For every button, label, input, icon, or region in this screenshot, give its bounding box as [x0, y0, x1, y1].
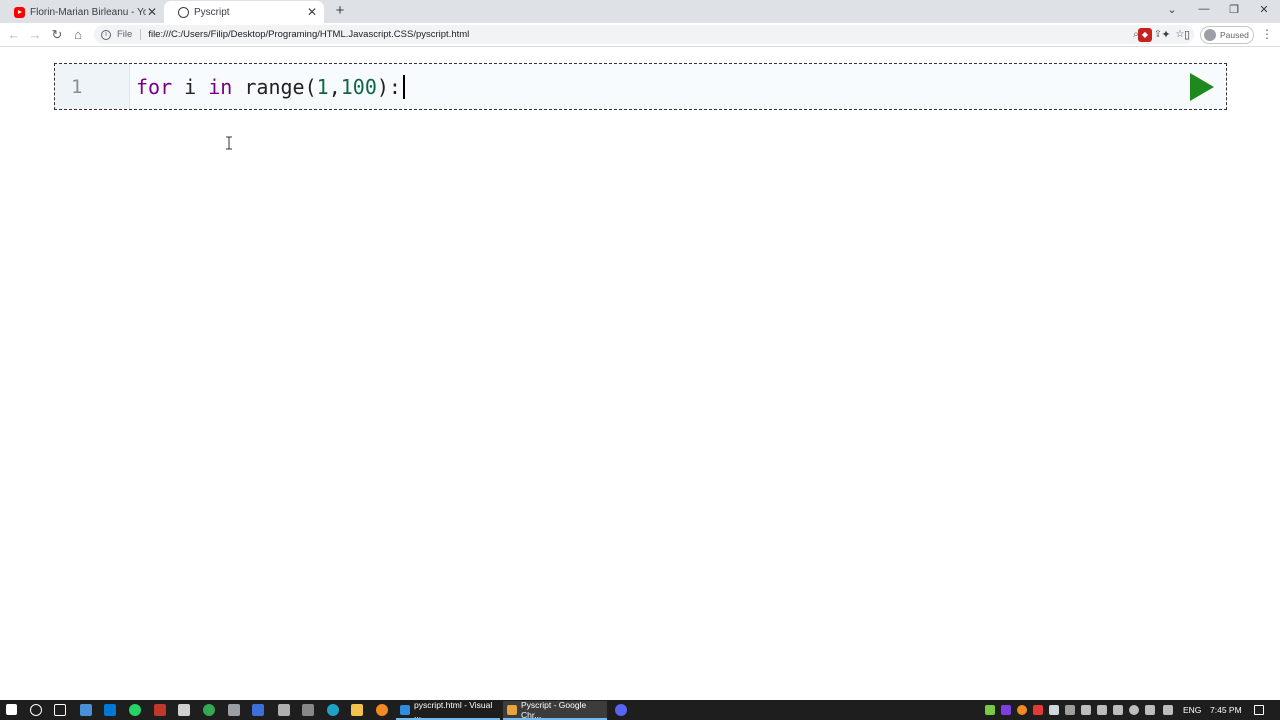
home-button[interactable]: ⌂ [70, 27, 86, 43]
run-play-icon[interactable] [1188, 72, 1216, 102]
tab-pyscript[interactable]: Pyscript ✕ [164, 1, 324, 23]
app-icon[interactable] [228, 704, 240, 716]
vscode-icon [400, 704, 410, 715]
url-text[interactable]: file:///C:/Users/Filip/Desktop/Programin… [148, 29, 1128, 40]
app-icon[interactable] [376, 704, 388, 716]
code-token-num: 1 [316, 74, 329, 99]
code-token-plain: range( [232, 74, 317, 99]
clock[interactable]: 7:45 PM [1210, 705, 1242, 715]
side-panel-icon[interactable]: ▯ [1180, 28, 1194, 42]
line-number: 1 [71, 75, 83, 98]
code-token-plain: , [328, 74, 341, 99]
tray-icon[interactable] [1049, 705, 1059, 715]
chrome-icon[interactable] [203, 704, 215, 716]
code-token-plain: i [172, 74, 209, 99]
chrome-icon [507, 704, 517, 715]
file-explorer-icon[interactable] [351, 704, 363, 716]
microphone-icon[interactable] [1097, 705, 1107, 715]
address-bar[interactable]: i File file:///C:/Users/Filip/Desktop/Pr… [94, 25, 1194, 44]
battery-icon[interactable] [1145, 705, 1155, 715]
py-repl-editor[interactable]: 1 for i in range(1, 100): [54, 63, 1227, 110]
youtube-icon [14, 6, 25, 18]
tab-title: Florin-Marian Birleanu - YouTube [30, 6, 146, 18]
taskbar-app-label: pyscript.html - Visual ... [414, 699, 493, 720]
app-icon[interactable] [80, 704, 92, 716]
app-icon[interactable] [104, 704, 116, 716]
discord-icon[interactable] [615, 704, 627, 716]
new-tab-button[interactable]: + [332, 3, 348, 19]
code-token-kw: for [136, 74, 173, 99]
tray-icon[interactable] [1017, 705, 1027, 715]
language-indicator[interactable]: ENG [1183, 705, 1201, 715]
code-token-plain: ): [376, 74, 401, 99]
browser-toolbar: ← → ↻ ⌂ i File file:///C:/Users/Filip/De… [0, 23, 1280, 47]
tab-title: Pyscript [194, 6, 230, 18]
app-icon[interactable] [252, 704, 264, 716]
page-viewport: 1 for i in range(1, 100): [0, 48, 1280, 700]
menu-kebab-icon[interactable]: ⋮ [1261, 27, 1273, 41]
avatar [1204, 29, 1216, 41]
app-icon[interactable] [178, 704, 190, 716]
extensions-puzzle-icon[interactable]: ✦ [1159, 28, 1173, 42]
text-caret [402, 74, 405, 99]
forward-button[interactable]: → [27, 27, 43, 43]
text-cursor-ibeam-icon [226, 136, 232, 150]
line-number-gutter: 1 [55, 64, 130, 109]
ublock-shield-icon[interactable]: ◆ [1138, 28, 1152, 42]
tray-icon[interactable] [1001, 705, 1011, 715]
tab-youtube[interactable]: Florin-Marian Birleanu - YouTube ✕ [0, 1, 164, 23]
tab-search-icon[interactable]: ⌄ [1164, 3, 1180, 16]
tray-icon[interactable] [985, 705, 995, 715]
back-button[interactable]: ← [6, 27, 22, 43]
tab-strip: Florin-Marian Birleanu - YouTube ✕ Pyscr… [0, 0, 1280, 23]
minimize-button[interactable]: — [1196, 3, 1212, 15]
os-taskbar: pyscript.html - Visual ... Pyscript - Go… [0, 700, 1280, 720]
close-window-button[interactable]: ✕ [1256, 3, 1272, 16]
code-token-kw: in [208, 74, 233, 99]
whatsapp-icon[interactable] [129, 704, 141, 716]
divider [140, 29, 142, 40]
restore-button[interactable]: ❐ [1226, 3, 1242, 16]
close-icon[interactable]: ✕ [306, 5, 318, 19]
reload-button[interactable]: ↻ [49, 27, 65, 43]
code-line[interactable]: for i in range(1, 100): [130, 64, 1226, 109]
close-icon[interactable]: ✕ [146, 5, 158, 19]
tray-icon[interactable] [1033, 705, 1043, 715]
app-icon[interactable] [278, 704, 290, 716]
windows-start-icon[interactable] [6, 704, 17, 715]
pen-icon[interactable] [1163, 705, 1173, 715]
taskbar-app-label: Pyscript - Google Chr... [521, 699, 587, 720]
search-icon[interactable] [30, 704, 42, 716]
globe-icon [178, 6, 189, 18]
info-icon[interactable]: i [101, 29, 111, 40]
edge-icon[interactable] [327, 704, 339, 716]
task-view-icon[interactable] [54, 704, 66, 716]
code-token-num: 100 [340, 74, 377, 99]
taskbar-app-chrome[interactable]: Pyscript - Google Chr... [503, 699, 607, 720]
notification-icon[interactable] [1254, 705, 1264, 715]
app-icon[interactable] [154, 704, 166, 716]
profile-button[interactable]: Paused [1200, 26, 1254, 44]
volume-icon[interactable] [1065, 705, 1075, 715]
profile-status: Paused [1220, 30, 1249, 40]
taskbar-app-vscode[interactable]: pyscript.html - Visual ... [396, 699, 500, 720]
network-icon[interactable] [1081, 705, 1091, 715]
tray-icon[interactable] [1113, 705, 1123, 715]
app-icon[interactable] [302, 704, 314, 716]
scheme-label: File [117, 29, 133, 40]
tray-icon[interactable] [1129, 705, 1139, 715]
